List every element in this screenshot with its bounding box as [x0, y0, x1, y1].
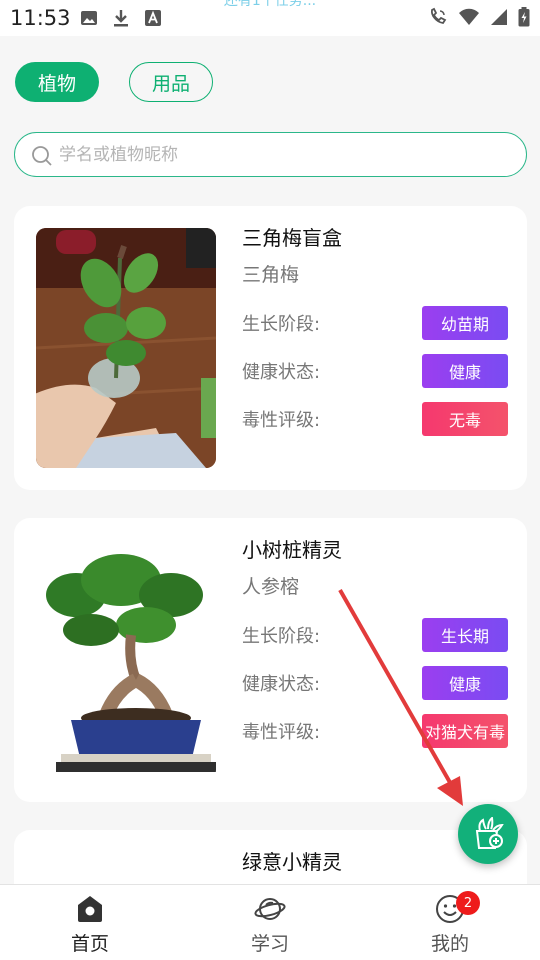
plant-name: 绿意小精灵 [242, 850, 342, 874]
status-bar: 还有1个任务... 11:53 [0, 0, 540, 36]
toxicity-label: 毒性评级: [242, 410, 321, 431]
download-icon [112, 8, 130, 32]
plant-photo-1 [36, 228, 216, 468]
plant-species: 人参榕 [242, 576, 300, 598]
growth-stage-label: 生长阶段: [242, 626, 321, 647]
health-status-label: 健康状态: [242, 362, 321, 383]
signal-icon [490, 8, 508, 30]
search-bar[interactable] [14, 132, 527, 177]
plant-species: 三角梅 [242, 264, 300, 286]
battery-icon [518, 7, 530, 31]
search-input[interactable] [59, 141, 509, 169]
status-time: 11:53 [10, 6, 71, 30]
planet-icon [254, 898, 286, 920]
toxicity-tag: 无毒 [422, 402, 508, 436]
status-left-icons [80, 8, 162, 32]
nav-mine[interactable]: 2 我的 [390, 885, 510, 960]
wifi-icon [458, 8, 480, 30]
nav-home[interactable]: 首页 [30, 885, 150, 960]
tab-supplies[interactable]: 用品 [129, 62, 213, 102]
toxicity-tag: 对猫犬有毒 [422, 714, 508, 748]
health-status-tag: 健康 [422, 354, 508, 388]
plant-name: 三角梅盲盒 [242, 226, 342, 250]
growth-stage-label: 生长阶段: [242, 314, 321, 335]
nav-learn-label: 学习 [250, 933, 289, 955]
plant-name: 小树桩精灵 [242, 538, 342, 562]
plant-photo-2 [36, 540, 216, 780]
health-status-label: 健康状态: [242, 674, 321, 695]
nav-home-label: 首页 [70, 933, 109, 955]
phone-wifi-icon [428, 7, 448, 31]
home-icon [78, 896, 102, 922]
toxicity-label: 毒性评级: [242, 722, 321, 743]
bottom-nav: 首页 学习 2 我的 [0, 884, 540, 960]
plant-card-2[interactable]: 小树桩精灵 人参榕 生长阶段: 健康状态: 毒性评级: 生长期 健康 对猫犬有毒 [14, 518, 527, 802]
notification-badge: 2 [456, 891, 480, 915]
growth-stage-tag: 幼苗期 [422, 306, 508, 340]
add-plant-button[interactable] [458, 804, 518, 864]
tab-plants[interactable]: 植物 [15, 62, 99, 102]
growth-stage-tag: 生长期 [422, 618, 508, 652]
status-right-icons [428, 7, 530, 31]
image-icon [80, 9, 98, 31]
add-plant-icon [475, 817, 504, 849]
plant-card-1[interactable]: 三角梅盲盒 三角梅 生长阶段: 健康状态: 毒性评级: 幼苗期 健康 无毒 [14, 206, 527, 490]
font-icon [144, 9, 162, 31]
nav-mine-label: 我的 [430, 933, 469, 955]
health-status-tag: 健康 [422, 666, 508, 700]
nav-learn[interactable]: 学习 [210, 885, 330, 960]
search-icon [32, 146, 52, 166]
